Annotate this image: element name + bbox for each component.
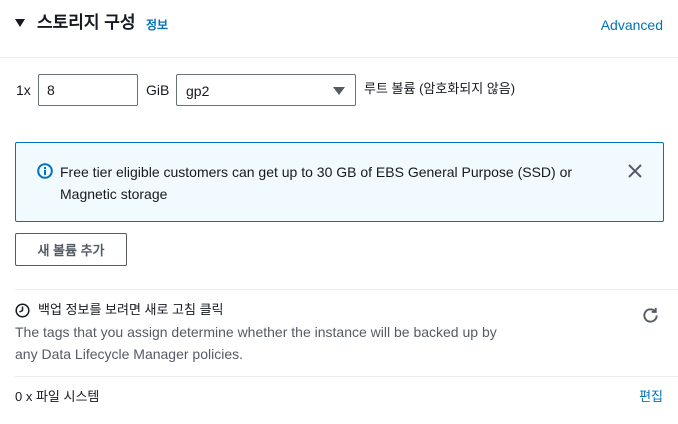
file-systems-label: 0 x 파일 시스템 xyxy=(15,389,100,404)
backup-info-description: The tags that you assign determine wheth… xyxy=(15,324,497,362)
volume-type-value: gp2 xyxy=(186,83,210,99)
volume-count-label: 1x xyxy=(16,82,31,98)
caret-down-filled-icon[interactable] xyxy=(14,17,26,29)
alert-message: Free tier eligible customers can get up … xyxy=(60,164,573,202)
file-systems-edit-link[interactable]: 편집 xyxy=(639,389,663,405)
root-volume-description: 루트 볼륨 (암호화되지 않음) xyxy=(364,81,516,96)
info-link[interactable]: 정보 xyxy=(146,18,168,32)
free-tier-alert: Free tier eligible customers can get up … xyxy=(15,142,664,222)
volume-size-unit: GiB xyxy=(146,82,170,98)
add-volume-button[interactable]: 새 볼륨 추가 xyxy=(15,233,127,266)
close-icon[interactable] xyxy=(627,163,643,179)
volume-type-select[interactable]: gp2 xyxy=(176,74,356,106)
divider xyxy=(15,289,678,290)
caret-down-icon xyxy=(333,87,345,95)
refresh-icon[interactable] xyxy=(641,306,660,325)
section-title: 스토리지 구성 xyxy=(37,13,136,32)
advanced-link[interactable]: Advanced xyxy=(601,16,663,34)
backup-info-title: 백업 정보를 보려면 새로 고침 클릭 xyxy=(38,302,224,317)
divider xyxy=(15,376,678,377)
volume-size-input[interactable] xyxy=(38,74,138,106)
clock-icon xyxy=(15,303,30,318)
storage-section-header: 스토리지 구성 정보 Advanced xyxy=(0,0,678,58)
info-circle-icon xyxy=(37,163,53,179)
